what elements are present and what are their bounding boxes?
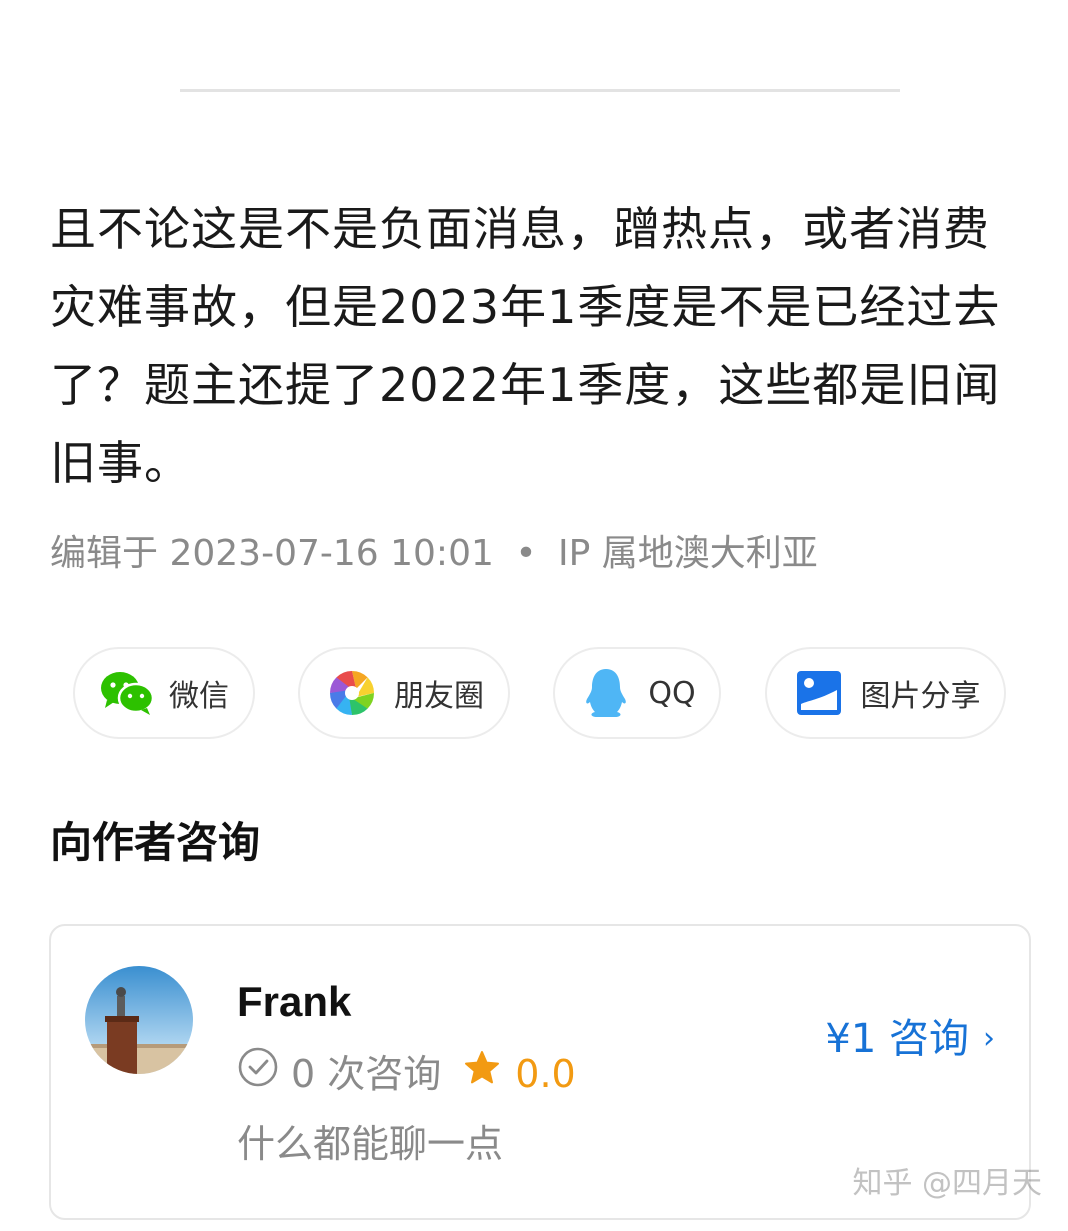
check-circle-icon (237, 1046, 291, 1101)
rating-value: 0.0 (515, 1051, 576, 1096)
star-icon (441, 1048, 515, 1100)
chevron-right-icon: › (983, 1021, 995, 1056)
author-bio: 什么都能聊一点 (237, 1122, 504, 1166)
share-moments-button[interactable]: 朋友圈 (298, 647, 510, 739)
avatar[interactable] (85, 966, 193, 1074)
ip-location: IP 属地澳大利亚 (558, 533, 818, 574)
edited-label: 编辑于 (50, 533, 159, 574)
share-qq-button[interactable]: QQ (553, 647, 721, 739)
share-moments-label: 朋友圈 (394, 679, 484, 714)
consult-count: 0 次咨询 (291, 1051, 442, 1096)
share-wechat-label: 微信 (169, 679, 229, 714)
edit-meta: 编辑于 2023-07-16 10:01 • IP 属地澳大利亚 (50, 530, 818, 578)
share-image-label: 图片分享 (860, 679, 981, 714)
share-qq-label: QQ (648, 675, 696, 711)
moments-icon (324, 665, 380, 721)
image-share-icon (791, 665, 847, 721)
answer-footer-page: 且不论这是不是负面消息，蹭热点，或者消费灾难事故，但是2023年1季度是不是已经… (0, 0, 1068, 1231)
author-name[interactable]: Frank (237, 974, 351, 1030)
top-divider (180, 89, 900, 92)
edited-time: 2023-07-16 10:01 (169, 533, 494, 574)
wechat-icon (99, 665, 155, 721)
qq-icon (578, 665, 634, 721)
consult-stats: 0 次咨询 0.0 (237, 1046, 576, 1101)
answer-body-text: 且不论这是不是负面消息，蹭热点，或者消费灾难事故，但是2023年1季度是不是已经… (50, 202, 1001, 490)
share-image-button[interactable]: 图片分享 (765, 647, 1006, 739)
meta-separator: • (515, 533, 537, 574)
consult-price-label: ¥1 咨询 (825, 1016, 969, 1062)
consult-section-title: 向作者咨询 (50, 818, 261, 867)
watermark: 知乎 @四月天 (852, 1166, 1042, 1201)
share-wechat-button[interactable]: 微信 (73, 647, 255, 739)
consult-price-button[interactable]: ¥1 咨询 › (825, 1012, 995, 1066)
